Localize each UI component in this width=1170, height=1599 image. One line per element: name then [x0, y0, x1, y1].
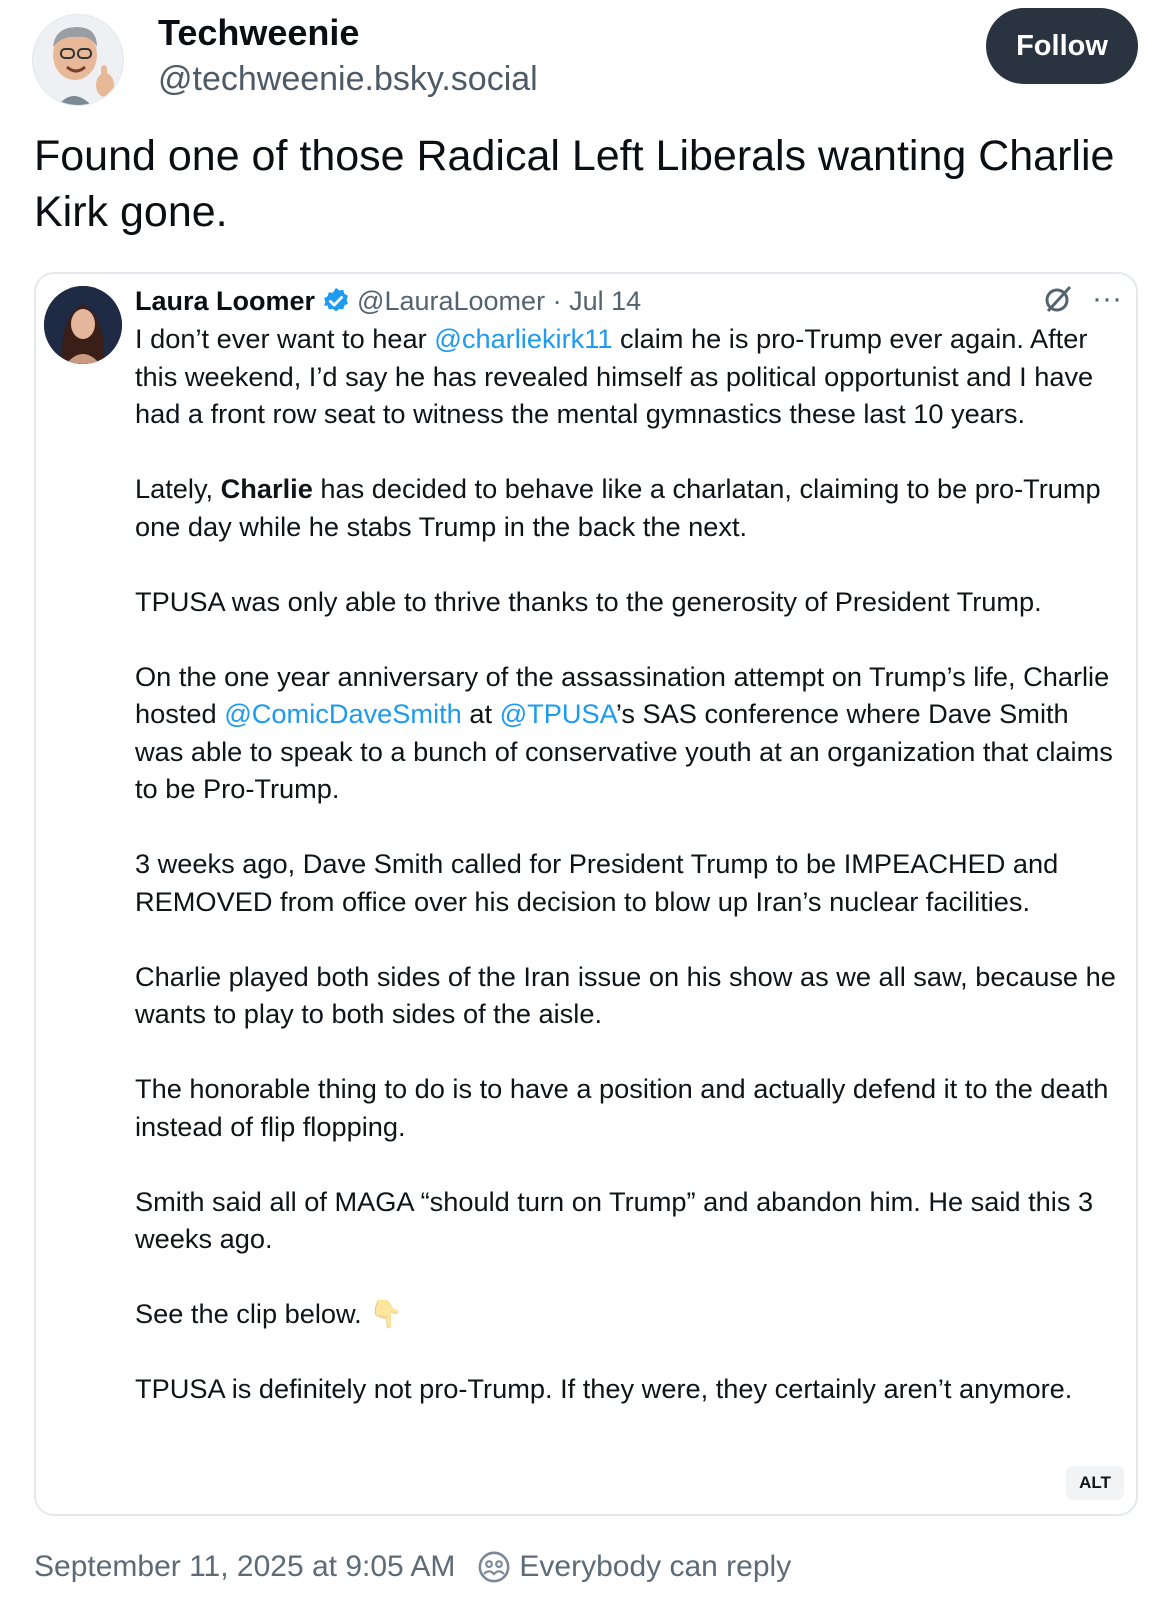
mention-link[interactable]: @charliekirk11: [434, 323, 612, 354]
more-icon[interactable]: ···: [1092, 282, 1122, 316]
paragraph: TPUSA was only able to thrive thanks to …: [135, 585, 1042, 617]
author-avatar[interactable]: [32, 14, 124, 106]
follow-button[interactable]: Follow: [986, 8, 1138, 84]
reply-setting-label[interactable]: Everybody can reply: [519, 1550, 791, 1584]
paragraph: TPUSA is definitely not pro-Trump. If th…: [135, 1373, 1073, 1404]
paragraph: I don’t ever want to hear @charliekirk11…: [135, 323, 1094, 429]
quoted-post-tools: ···: [1042, 282, 1122, 316]
alt-text-badge[interactable]: ALT: [1066, 1466, 1124, 1500]
paragraph: On the one year anniversary of the assas…: [135, 660, 1113, 805]
grok-icon[interactable]: [1042, 283, 1074, 315]
quoted-author-avatar[interactable]: [44, 286, 122, 364]
quoted-post-body: I don’t ever want to hear @charliekirk11…: [135, 320, 1120, 1445]
author-display-name[interactable]: Techweenie: [158, 12, 359, 54]
reply-settings-icon: [478, 1551, 510, 1583]
author-handle[interactable]: @techweenie.bsky.social: [158, 60, 538, 99]
memoji-avatar-icon: [33, 15, 123, 105]
meta-separator: ·: [552, 285, 562, 316]
paragraph: The honorable thing to do is to have a p…: [135, 1073, 1109, 1142]
pointing-down-emoji: 👇: [369, 1298, 404, 1329]
verified-badge-icon: [324, 287, 348, 312]
quoted-author-name[interactable]: Laura Loomer: [135, 286, 315, 317]
quoted-author-handle[interactable]: @LauraLoomer: [357, 286, 545, 317]
portrait-avatar-icon: [44, 286, 122, 364]
paragraph: Charlie played both sides of the Iran is…: [135, 960, 1116, 1030]
quoted-post-card[interactable]: Laura Loomer @LauraLoomer · Jul 14 ··· I…: [34, 272, 1138, 1516]
post-header: Techweenie @techweenie.bsky.social Follo…: [32, 8, 1138, 108]
quoted-post-header: Laura Loomer @LauraLoomer · Jul 14: [135, 282, 641, 320]
paragraph: See the clip below. 👇: [135, 1298, 404, 1329]
post-timestamp: September 11, 2025 at 9:05 AM: [34, 1550, 456, 1583]
post-footer: September 11, 2025 at 9:05 AM Everybody …: [34, 1547, 791, 1587]
mention-link[interactable]: @ComicDaveSmith: [224, 698, 462, 729]
quoted-post-date[interactable]: Jul 14: [569, 286, 641, 317]
paragraph: 3 weeks ago, Dave Smith called for Presi…: [135, 848, 1059, 917]
paragraph: Smith said all of MAGA “should turn on T…: [135, 1185, 1094, 1255]
post-text: Found one of those Radical Left Liberals…: [34, 132, 1115, 236]
paragraph: Lately, Charlie has decided to behave li…: [135, 473, 1101, 542]
mention-link[interactable]: @TPUSA: [500, 698, 616, 729]
